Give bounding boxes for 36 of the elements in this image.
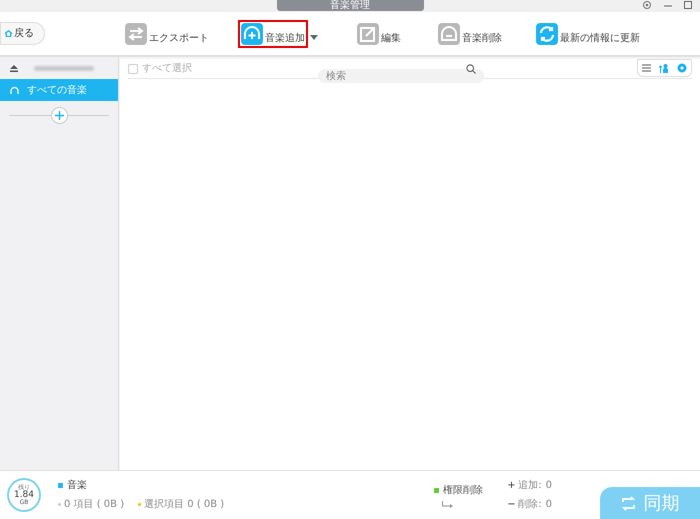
change-count: 0 bbox=[546, 479, 552, 493]
eject-icon[interactable] bbox=[10, 64, 18, 72]
permission-label: 権限削除 bbox=[443, 484, 484, 498]
home-icon bbox=[5, 30, 12, 37]
export-icon bbox=[125, 22, 147, 44]
legend-label: 音楽 bbox=[67, 478, 87, 493]
list-view-icon[interactable] bbox=[642, 64, 651, 72]
dropdown-caret-icon[interactable] bbox=[310, 34, 318, 40]
toolbar-button[interactable]: 編集 bbox=[356, 22, 402, 46]
count-text: 0 項目 ( 0B ) bbox=[64, 498, 124, 512]
sync-icon bbox=[620, 496, 636, 510]
search-field[interactable]: 検索 bbox=[318, 69, 484, 83]
headphones-icon bbox=[10, 86, 19, 94]
toolbar-button[interactable]: 最新の情報に更新 bbox=[535, 22, 641, 46]
select-all-checkbox[interactable] bbox=[128, 64, 138, 74]
toolbar-button[interactable]: エクスポート bbox=[124, 22, 210, 46]
search-icon bbox=[466, 64, 476, 74]
count-text: 選択項目 0 ( 0B ) bbox=[144, 498, 224, 512]
blurred-device-name bbox=[34, 66, 94, 70]
delete-icon bbox=[438, 22, 460, 44]
toolbar-button[interactable]: 音楽削除 bbox=[437, 22, 503, 46]
change-sign: − bbox=[507, 498, 514, 512]
change-count: 0 bbox=[546, 498, 552, 512]
branch-arrow-icon bbox=[442, 500, 454, 508]
add-icon bbox=[241, 22, 263, 44]
back-button[interactable]: 戻る bbox=[0, 22, 45, 45]
settings-icon[interactable] bbox=[642, 0, 652, 10]
plus-icon bbox=[54, 111, 64, 120]
change-label: 削除: bbox=[518, 498, 542, 512]
toolbar-button[interactable]: 音楽追加 bbox=[240, 22, 306, 46]
edit-icon bbox=[357, 22, 379, 44]
change-label: 追加: bbox=[518, 478, 542, 493]
change-sign: + bbox=[507, 479, 514, 493]
maximize-icon[interactable] bbox=[684, 1, 692, 9]
refresh-icon bbox=[536, 22, 558, 44]
select-all-label: すべて選択 bbox=[142, 62, 192, 76]
